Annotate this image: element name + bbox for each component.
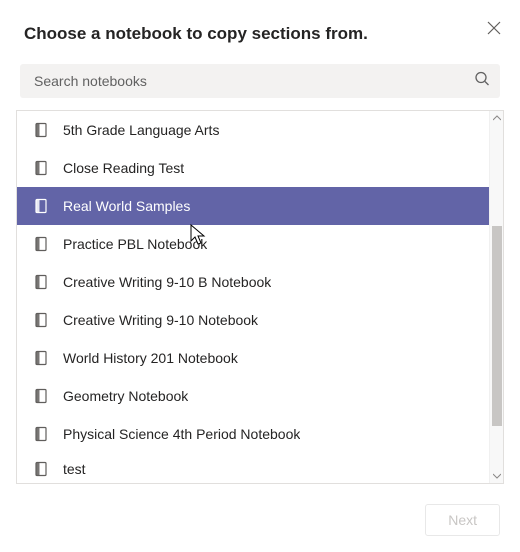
close-button[interactable] — [484, 18, 504, 38]
notebook-list-container: 5th Grade Language Arts Close Reading Tes… — [16, 110, 504, 484]
notebook-item[interactable]: Creative Writing 9-10 Notebook — [17, 301, 489, 339]
notebook-icon — [33, 236, 49, 252]
chevron-down-icon — [493, 473, 501, 479]
chevron-up-icon — [493, 115, 501, 121]
notebook-item-label: Close Reading Test — [63, 160, 184, 176]
notebook-item-label: Creative Writing 9-10 Notebook — [63, 312, 258, 328]
notebook-list: 5th Grade Language Arts Close Reading Tes… — [17, 111, 489, 483]
notebook-icon — [33, 312, 49, 328]
notebook-item[interactable]: Practice PBL Notebook — [17, 225, 489, 263]
dialog-footer: Next — [16, 484, 504, 536]
scroll-down-button[interactable] — [490, 469, 504, 483]
notebook-item-label: Physical Science 4th Period Notebook — [63, 426, 300, 442]
notebook-item[interactable]: Geometry Notebook — [17, 377, 489, 415]
notebook-item-label: Real World Samples — [63, 198, 190, 214]
dialog-title: Choose a notebook to copy sections from. — [24, 24, 368, 44]
scrollbar-thumb[interactable] — [492, 226, 502, 426]
copy-sections-dialog: Choose a notebook to copy sections from.… — [0, 0, 520, 552]
notebook-icon — [33, 461, 49, 477]
notebook-icon — [33, 350, 49, 366]
notebook-item[interactable]: 5th Grade Language Arts — [17, 111, 489, 149]
notebook-item[interactable]: Real World Samples — [17, 187, 489, 225]
notebook-icon — [33, 426, 49, 442]
notebook-item-label: test — [63, 461, 86, 477]
notebook-item-label: 5th Grade Language Arts — [63, 122, 219, 138]
notebook-item-label: Creative Writing 9-10 B Notebook — [63, 274, 271, 290]
notebook-icon — [33, 160, 49, 176]
notebook-item[interactable]: Creative Writing 9-10 B Notebook — [17, 263, 489, 301]
dialog-header: Choose a notebook to copy sections from. — [16, 24, 504, 44]
notebook-icon — [33, 122, 49, 138]
notebook-item-label: Geometry Notebook — [63, 388, 188, 404]
scrollbar[interactable] — [489, 111, 503, 483]
scroll-up-button[interactable] — [490, 111, 504, 125]
notebook-icon — [33, 274, 49, 290]
search-container — [20, 64, 500, 98]
next-button[interactable]: Next — [425, 504, 500, 536]
notebook-item-label: Practice PBL Notebook — [63, 236, 207, 252]
notebook-item[interactable]: World History 201 Notebook — [17, 339, 489, 377]
notebook-item[interactable]: Close Reading Test — [17, 149, 489, 187]
notebook-item-label: World History 201 Notebook — [63, 350, 238, 366]
search-input[interactable] — [20, 64, 500, 98]
notebook-icon — [33, 198, 49, 214]
notebook-item[interactable]: test — [17, 453, 489, 477]
close-icon — [487, 21, 501, 35]
notebook-item[interactable]: Physical Science 4th Period Notebook — [17, 415, 489, 453]
notebook-icon — [33, 388, 49, 404]
